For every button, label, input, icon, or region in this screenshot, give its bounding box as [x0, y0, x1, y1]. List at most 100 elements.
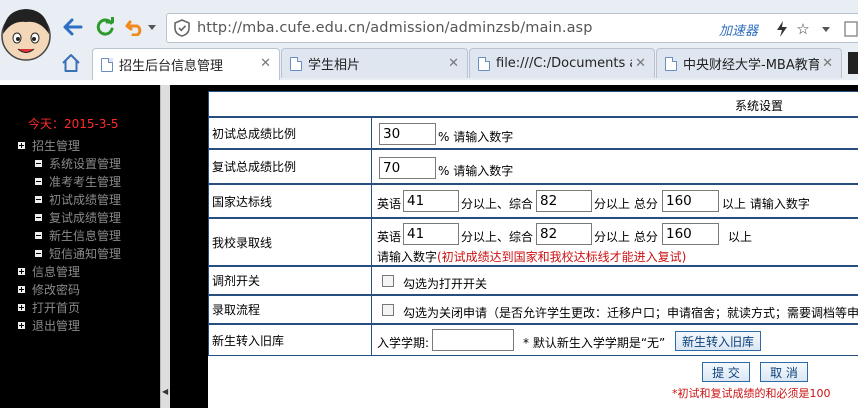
frame-splitter[interactable]: ◀: [160, 85, 170, 408]
leaf-icon: [35, 250, 42, 257]
star-icon[interactable]: ☆: [794, 20, 812, 38]
national-line-label: 国家达标线: [208, 185, 372, 217]
row-admission-flow: 录取流程 勾选为关闭申请（是否允许学生更改：迁移户口；申请宿舍；就读方式；需要调…: [208, 295, 858, 324]
school-comprehensive-suffix: 分以上 总分: [594, 230, 658, 244]
admission-flow-checkbox[interactable]: [382, 304, 394, 316]
address-bar[interactable]: http://mba.cufe.edu.cn/admission/adminzs…: [166, 13, 858, 43]
form-title: 系统设置: [735, 99, 784, 113]
row-transfer: 新生转入旧库 入学学期: * 默认新生入学学期是“无” 新生转入旧库: [208, 324, 858, 356]
national-total-suffix: 以上 请输入数字: [722, 197, 810, 211]
sidebar-item-new-students[interactable]: 新生信息管理: [35, 227, 121, 244]
browser-avatar-icon[interactable]: [0, 4, 52, 62]
lightning-icon[interactable]: [773, 20, 791, 38]
school-line-note: (初试成绩达到国家和我校达标线才能进入复试): [437, 250, 687, 264]
undo-dropdown-icon[interactable]: [146, 16, 158, 38]
form-title-row: 系统设置: [208, 91, 858, 117]
term-input[interactable]: [432, 329, 514, 351]
tab-3[interactable]: 中央财经大学-MBA教育中 ✕: [656, 48, 842, 78]
document-icon: [665, 56, 677, 71]
national-total-input[interactable]: 160: [662, 190, 719, 212]
retest-ratio-input[interactable]: 70: [379, 157, 436, 179]
cancel-button[interactable]: 取 消: [760, 362, 808, 382]
transfer-button[interactable]: 新生转入旧库: [675, 331, 761, 351]
tab-label: 中央财经大学-MBA教育中: [683, 58, 819, 73]
submit-button[interactable]: 提 交: [702, 362, 750, 382]
adjust-switch-checkbox[interactable]: [382, 275, 394, 287]
chevron-down-icon[interactable]: [817, 20, 835, 38]
school-total-suffix: 以上: [728, 230, 753, 244]
expand-icon[interactable]: [18, 304, 25, 311]
admission-flow-label: 录取流程: [208, 296, 372, 323]
initial-ratio-hint: % 请输入数字: [438, 130, 514, 144]
school-english-suffix: 分以上、综合: [461, 230, 534, 244]
school-total-input[interactable]: 160: [662, 223, 719, 245]
school-line-label: 我校录取线: [208, 219, 372, 265]
shield-icon: [174, 19, 190, 37]
browser-mini-icon[interactable]: [843, 20, 858, 38]
row-adjust-switch: 调剂开关 勾选为打开开关: [208, 266, 858, 295]
adjust-switch-label: 调剂开关: [208, 267, 372, 294]
document-icon: [101, 57, 113, 72]
national-english-suffix: 分以上、综合: [461, 197, 534, 211]
leaf-icon: [35, 196, 42, 203]
sidebar-item-candidates[interactable]: 准考考生管理: [35, 173, 121, 190]
sidebar-item-password[interactable]: 修改密码: [18, 281, 80, 298]
row-retest-ratio: 复试总成绩比例 70 % 请输入数字: [208, 149, 858, 184]
undo-icon[interactable]: [124, 16, 146, 38]
document-icon: [290, 56, 302, 71]
sidebar-item-system-settings[interactable]: 系统设置管理: [35, 155, 121, 172]
initial-ratio-label: 初试总成绩比例: [208, 118, 372, 148]
url-text[interactable]: http://mba.cufe.edu.cn/admission/adminzs…: [197, 20, 593, 36]
row-national-line: 国家达标线 英语 41 分以上、综合 82 分以上 总分 160 以上 请输入数…: [208, 184, 858, 218]
sidebar-item-retest-scores[interactable]: 复试成绩管理: [35, 209, 121, 226]
close-icon[interactable]: ✕: [635, 56, 646, 71]
school-comprehensive-input[interactable]: 82: [536, 223, 592, 245]
home-icon[interactable]: [60, 52, 82, 74]
tab-label: 招生后台信息管理: [119, 59, 224, 74]
national-comprehensive-suffix: 分以上 总分: [594, 197, 658, 211]
retest-ratio-label: 复试总成绩比例: [208, 150, 372, 183]
national-english-label: 英语: [377, 197, 402, 211]
tab-2[interactable]: file:///C:/Documents and ✕: [469, 48, 655, 78]
leaf-icon: [35, 214, 42, 221]
initial-ratio-input[interactable]: 30: [379, 123, 436, 145]
school-english-input[interactable]: 41: [403, 223, 459, 245]
national-english-input[interactable]: 41: [403, 190, 459, 212]
sidebar-item-homepage[interactable]: 打开首页: [18, 299, 80, 316]
leaf-icon: [35, 232, 42, 239]
leaf-icon: [35, 178, 42, 185]
expand-icon[interactable]: [18, 268, 25, 275]
tab-0[interactable]: 招生后台信息管理 ✕: [92, 48, 280, 80]
refresh-icon[interactable]: [94, 16, 116, 38]
transfer-label: 新生转入旧库: [208, 325, 372, 355]
retest-ratio-hint: % 请输入数字: [438, 164, 514, 178]
expand-icon[interactable]: [18, 286, 25, 293]
back-arrow-icon[interactable]: [62, 16, 84, 38]
sidebar-item-info[interactable]: 信息管理: [18, 263, 80, 280]
national-comprehensive-input[interactable]: 82: [536, 190, 592, 212]
document-icon: [478, 56, 490, 71]
close-icon[interactable]: ✕: [448, 56, 459, 71]
leaf-icon: [35, 160, 42, 167]
close-icon[interactable]: ✕: [822, 56, 833, 71]
row-initial-ratio: 初试总成绩比例 30 % 请输入数字: [208, 117, 858, 149]
accelerator-link[interactable]: 加速器: [719, 20, 758, 39]
school-hint: 请输入数字: [377, 250, 438, 264]
adjust-switch-text: 勾选为打开开关: [403, 277, 488, 291]
sidebar-item-initial-scores[interactable]: 初试成绩管理: [35, 191, 121, 208]
sidebar-item-admissions[interactable]: 招生管理: [18, 137, 80, 154]
collapse-arrow-icon[interactable]: ◀: [162, 387, 168, 396]
tab-scroll-button[interactable]: [848, 52, 858, 74]
sidebar-item-logout[interactable]: 退出管理: [18, 317, 80, 334]
admission-flow-text: 勾选为关闭申请（是否允许学生更改：迁移户口；申请宿舍；就读方式；需要调档等申: [403, 306, 858, 320]
expand-icon[interactable]: [18, 322, 25, 329]
tab-label: 学生相片: [308, 58, 361, 73]
close-icon[interactable]: ✕: [260, 56, 271, 71]
sidebar-item-sms[interactable]: 短信通知管理: [35, 245, 121, 262]
term-default-note: * 默认新生入学学期是“无”: [523, 336, 666, 350]
tab-1[interactable]: 学生相片 ✕: [281, 48, 468, 78]
row-school-line: 我校录取线 英语 41 分以上、综合 82 分以上 总分 160 以上 请输入数…: [208, 218, 858, 266]
term-label: 入学学期:: [377, 336, 430, 350]
expand-icon[interactable]: [18, 142, 25, 149]
tab-label: file:///C:/Documents and: [496, 56, 632, 71]
